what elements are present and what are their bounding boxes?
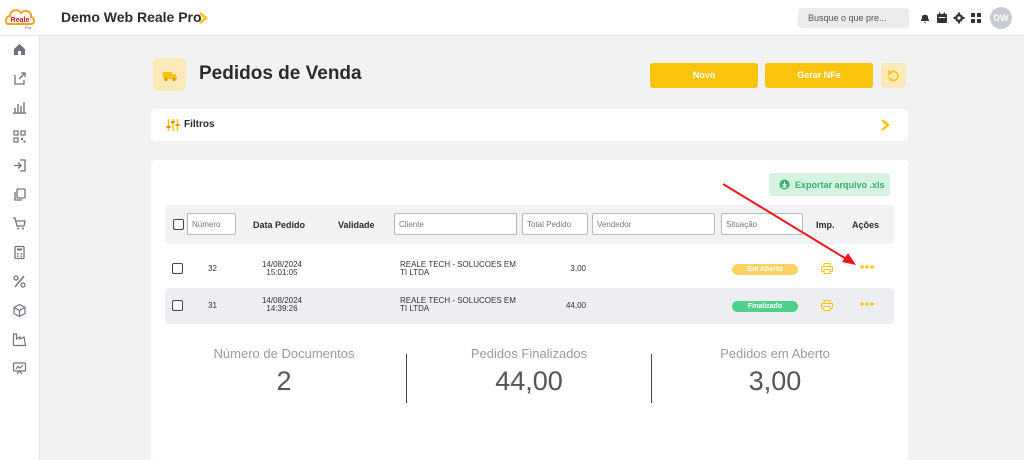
numero-filter-input[interactable]: Número bbox=[187, 213, 236, 235]
row-numero: 31 bbox=[208, 301, 217, 310]
more-actions-icon[interactable] bbox=[859, 301, 875, 307]
summary-divider bbox=[651, 354, 652, 403]
total-filter-input[interactable]: Total Pedido bbox=[522, 213, 588, 235]
more-actions-icon[interactable] bbox=[859, 264, 875, 270]
download-icon bbox=[779, 179, 790, 190]
calendar-icon[interactable] bbox=[936, 12, 948, 24]
status-badge: Em Aberto bbox=[732, 264, 798, 275]
printer-icon[interactable] bbox=[821, 263, 833, 274]
chart-icon[interactable] bbox=[12, 100, 27, 115]
search-input[interactable]: Busque o que pre... bbox=[798, 8, 909, 28]
data-pedido-header[interactable]: Data Pedido bbox=[253, 220, 305, 230]
row-time: 14:39:26 bbox=[266, 304, 298, 313]
open-orders-label: Pedidos em Aberto bbox=[720, 346, 830, 361]
row-checkbox[interactable] bbox=[172, 300, 183, 311]
apps-grid-icon[interactable] bbox=[970, 12, 982, 24]
reale-logo[interactable]: Reale Pro bbox=[4, 4, 36, 32]
finalized-orders-value: 44,00 bbox=[495, 366, 563, 396]
avatar[interactable]: DW bbox=[990, 7, 1012, 29]
summary-divider bbox=[406, 354, 407, 403]
page-icon-box bbox=[153, 58, 186, 91]
box-icon[interactable] bbox=[12, 303, 27, 318]
cart-icon[interactable] bbox=[12, 216, 27, 231]
login-icon[interactable] bbox=[12, 158, 27, 173]
select-all-checkbox[interactable] bbox=[173, 219, 184, 230]
row-checkbox[interactable] bbox=[172, 263, 183, 274]
truck-icon bbox=[163, 72, 177, 82]
qrcode-icon[interactable] bbox=[12, 129, 27, 144]
app-title[interactable]: Demo Web Reale Pro bbox=[61, 9, 202, 25]
printer-icon[interactable] bbox=[821, 300, 833, 311]
generate-nfe-button[interactable]: Gerar NFe bbox=[765, 63, 873, 88]
open-orders-value: 3,00 bbox=[748, 366, 802, 396]
refresh-icon bbox=[887, 70, 899, 82]
row-cliente-line2: TI LTDA bbox=[400, 268, 430, 277]
documents-count-label: Número de Documentos bbox=[213, 346, 355, 361]
presentation-icon[interactable] bbox=[12, 361, 27, 376]
row-cliente-line2: TI LTDA bbox=[400, 304, 430, 313]
row-total: 44,00 bbox=[565, 301, 586, 310]
percent-icon[interactable] bbox=[12, 274, 27, 289]
filters-label: Filtros bbox=[184, 119, 215, 130]
status-badge: Finalizado bbox=[732, 301, 798, 312]
situacao-filter-input[interactable]: Situação bbox=[721, 213, 803, 235]
svg-text:Pro: Pro bbox=[25, 25, 32, 30]
export-xls-button[interactable]: Exportar arquivo .xls bbox=[769, 173, 890, 196]
top-bar: Reale Pro Demo Web Reale Pro Busque o qu… bbox=[0, 0, 1024, 36]
factory-icon[interactable] bbox=[12, 332, 27, 347]
refresh-button[interactable] bbox=[881, 63, 906, 88]
row-time: 15:01:05 bbox=[266, 268, 298, 277]
row-total: 3,00 bbox=[570, 264, 586, 273]
copy-icon[interactable] bbox=[12, 187, 27, 202]
finalized-orders-label: Pedidos Finalizados bbox=[470, 346, 588, 361]
documents-count-value: 2 bbox=[276, 366, 292, 396]
acoes-header: Ações bbox=[852, 220, 880, 230]
chevron-right-icon[interactable] bbox=[197, 11, 209, 25]
sliders-icon bbox=[166, 119, 180, 131]
sidebar bbox=[0, 36, 40, 460]
home-icon[interactable] bbox=[12, 42, 27, 57]
calculator-icon[interactable] bbox=[12, 245, 27, 260]
row-numero: 32 bbox=[208, 264, 217, 273]
page-title: Pedidos de Venda bbox=[199, 63, 362, 84]
bell-icon[interactable] bbox=[919, 12, 931, 24]
export-icon[interactable] bbox=[12, 71, 27, 86]
svg-text:Reale: Reale bbox=[11, 17, 30, 24]
imp-header: Imp. bbox=[816, 220, 835, 230]
vendedor-filter-input[interactable]: Vendedor bbox=[592, 213, 715, 235]
export-label: Exportar arquivo .xls bbox=[795, 180, 885, 190]
cliente-filter-input[interactable]: Cliente bbox=[394, 213, 517, 235]
new-button[interactable]: Novo bbox=[650, 63, 758, 88]
chevron-right-icon[interactable] bbox=[880, 119, 890, 131]
filters-bar[interactable]: Filtros bbox=[151, 109, 908, 141]
gear-icon[interactable] bbox=[953, 12, 965, 24]
validade-header[interactable]: Validade bbox=[338, 220, 375, 230]
